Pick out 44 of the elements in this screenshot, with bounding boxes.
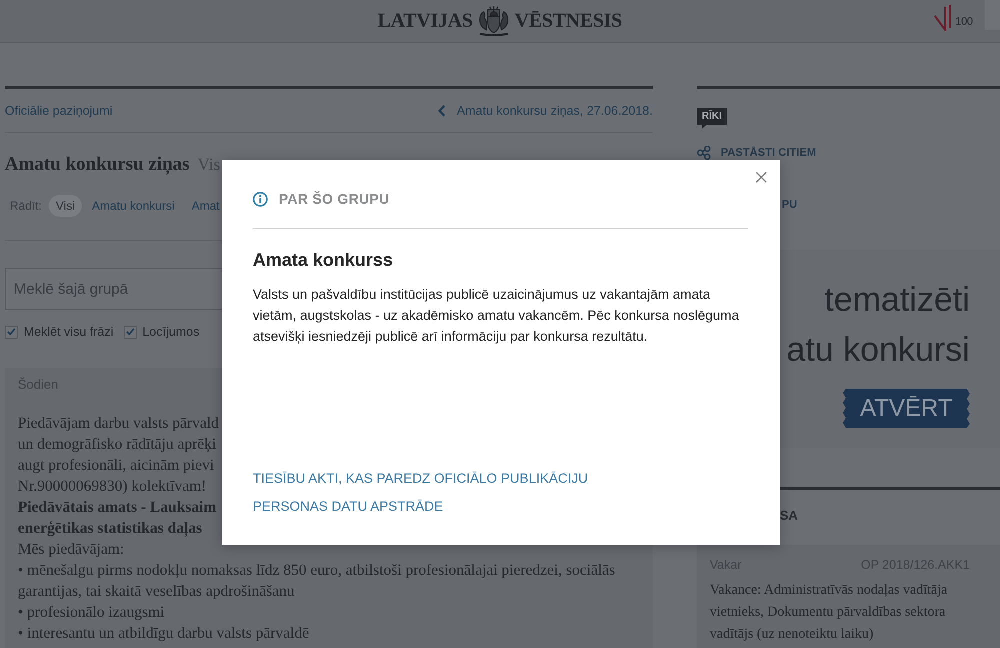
- tool-link[interactable]: PU: [782, 199, 798, 211]
- news-text-line: • mēnešalgu pirms nodokļu nomaksas līdz 850 euro, atbilstoši profesionālajai pieredzei, sociālās garantijas, tai skaitā veselības apdrošināšanu: [18, 561, 616, 602]
- open-button[interactable]: ATVĒRT: [843, 389, 970, 428]
- news-heading-line: Piedāvātais amats - Lauksaim: [18, 498, 216, 518]
- news-text-line: Mēs piedāvājam:: [18, 540, 124, 560]
- banner-text: atu konkursi: [786, 330, 970, 371]
- breadcrumb-link[interactable]: Oficiālie paziņojumi: [5, 104, 113, 118]
- news-text-line: augt profesionāli, aicinām pievi: [18, 456, 214, 476]
- news-text-line: • profesionālo izaugsmi: [18, 603, 165, 623]
- checkmark-icon: [126, 328, 135, 336]
- filter-option[interactable]: Amat: [192, 195, 220, 217]
- close-icon: [756, 172, 767, 183]
- share-icon: [697, 146, 711, 160]
- dialog-heading: Amata konkurss: [253, 249, 394, 272]
- info-icon: [253, 192, 268, 206]
- dialog-title: PAR ŠO GRUPU: [279, 191, 390, 207]
- dialog-description: Valsts un pašvaldību institūcijas publicē uzaicinājumus uz vakantajām amata vietām, augstskolas - uz akadēmisko amatu vakancēm. Pēc konkursa noslēguma atsevišķi iesniedzēji publicē arī informāciju par konkursa rezultātu.: [253, 286, 740, 346]
- news-heading-line: enerģētikas statistikas daļas: [18, 519, 202, 539]
- banner-text: tematizēti: [824, 280, 970, 321]
- logo-text: LATVIJAS: [378, 9, 473, 33]
- news-text-line: Piedāvājam darbu valsts pārvald: [18, 414, 220, 434]
- section-title: SA: [780, 508, 798, 524]
- share-link[interactable]: PASTĀSTI CITIEM: [721, 147, 816, 159]
- checkmark-icon: [7, 328, 16, 336]
- coat-of-arms-icon: [476, 6, 511, 36]
- logo-text: VĒSTNESIS: [514, 9, 622, 33]
- chevron-left-icon: [438, 104, 446, 116]
- checkbox-label: Meklēt visu frāzi: [24, 325, 114, 339]
- close-button[interactable]: [756, 172, 767, 183]
- stripes-logo-icon: [934, 4, 954, 32]
- news-text-line: un demogrāfisko rādītāju aprēķi: [18, 435, 216, 455]
- group-title: Amatu konkursu ziņas: [5, 153, 190, 177]
- filter-option[interactable]: Visi: [49, 195, 82, 217]
- previous-issue-link[interactable]: Amatu konkursu ziņas, 27.06.2018.: [457, 104, 653, 118]
- dialog-link[interactable]: TIESĪBU AKTI, KAS PAREDZ OFICIĀLO PUBLIKĀCIJU: [253, 469, 588, 489]
- checkbox-label: Locījumos: [142, 325, 200, 339]
- logo-number: 100: [956, 16, 973, 29]
- filter-option[interactable]: Amatu konkursi: [92, 195, 175, 217]
- news-text-line: Nr.90000069830) kolektīvam!: [18, 477, 207, 497]
- news-text-line: • interesantu un atbildīgu darbu valsts pārvaldē: [18, 624, 310, 644]
- news-summary: Vakance: Administratīvās nodaļas vadītāja vietnieks, Dokumentu pārvaldības sektora vadītājs (uz nenoteiktu laiku): [710, 582, 949, 644]
- checkbox[interactable]: [124, 326, 137, 338]
- dialog-link[interactable]: PERSONAS DATU APSTRĀDE: [253, 497, 444, 517]
- checkbox[interactable]: [5, 326, 18, 338]
